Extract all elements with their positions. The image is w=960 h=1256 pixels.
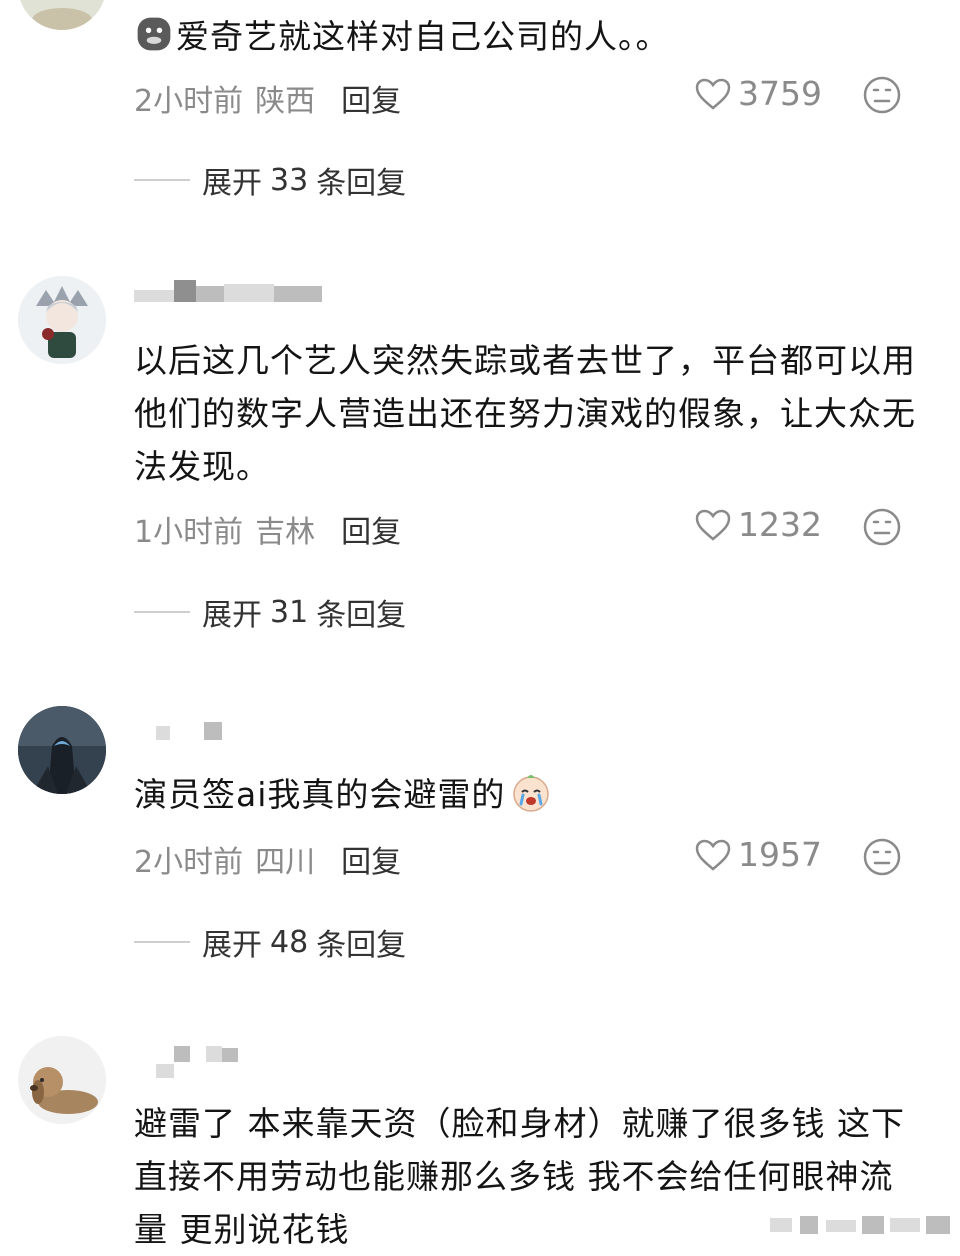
expand-replies-button[interactable]: 展开 33 条回复 (134, 158, 406, 202)
neutral-face-icon[interactable] (862, 507, 902, 547)
username-redacted (134, 722, 234, 744)
avatar-image (18, 1036, 106, 1124)
reply-count: 33 (270, 162, 309, 198)
neutral-face-icon[interactable] (862, 75, 902, 115)
like-button[interactable]: 3759 (694, 74, 822, 113)
neutral-face-icon[interactable] (862, 837, 902, 877)
crying-emoji-icon (513, 775, 550, 812)
heart-outline-icon (695, 839, 731, 871)
watermark-redacted (770, 1216, 960, 1238)
like-button[interactable]: 1957 (694, 835, 822, 874)
comment-text: 以后这几个艺人突然失踪或者去世了，平台都可以用他们的数字人营造出还在努力演戏的假… (134, 334, 924, 493)
comment-body: 爱奇艺就这样对自己公司的人。。 (176, 17, 670, 56)
avatar-image (18, 706, 106, 794)
avatar[interactable] (18, 706, 106, 794)
expand-replies-button[interactable]: 展开 48 条回复 (134, 920, 406, 964)
comment-time: 2小时前 (134, 845, 244, 880)
mask-emoji-icon (137, 17, 171, 51)
expand-suffix: 条回复 (316, 166, 407, 201)
like-count: 1957 (738, 835, 822, 874)
username-redacted (134, 1046, 254, 1078)
comment-region: 陕西 (255, 84, 316, 119)
divider-line (134, 941, 190, 943)
like-count: 3759 (738, 74, 822, 113)
comment-meta: 1小时前 吉林 回复 (134, 507, 401, 551)
reply-button[interactable]: 回复 (341, 76, 401, 120)
comment-region: 吉林 (255, 515, 316, 550)
comment-time: 2小时前 (134, 84, 244, 119)
reply-count: 48 (270, 924, 309, 960)
heart-outline-icon (695, 509, 731, 541)
reply-button[interactable]: 回复 (341, 507, 401, 551)
expand-prefix: 展开 (202, 598, 262, 633)
username-redacted (134, 280, 334, 302)
comment-meta: 2小时前 陕西 回复 (134, 76, 401, 120)
comment-body: 演员签ai我真的会避雷的 (134, 775, 506, 814)
comment-region: 四川 (255, 845, 316, 880)
expand-prefix: 展开 (202, 166, 262, 201)
like-button[interactable]: 1232 (694, 505, 822, 544)
expand-suffix: 条回复 (316, 928, 407, 963)
like-count: 1232 (738, 505, 822, 544)
expand-suffix: 条回复 (316, 598, 407, 633)
comment-body: 以后这几个艺人突然失踪或者去世了，平台都可以用他们的数字人营造出还在努力演戏的假… (134, 341, 916, 486)
avatar-image (18, 276, 106, 364)
expand-prefix: 展开 (202, 928, 262, 963)
comment-text: 演员签ai我真的会避雷的 (134, 768, 924, 821)
reply-button[interactable]: 回复 (341, 837, 401, 881)
reply-count: 31 (270, 594, 309, 630)
comment-meta: 2小时前 四川 回复 (134, 837, 401, 881)
avatar[interactable] (18, 276, 106, 364)
comment-time: 1小时前 (134, 515, 244, 550)
avatar[interactable] (18, 1036, 106, 1124)
heart-outline-icon (695, 78, 731, 110)
avatar[interactable] (18, 0, 106, 30)
avatar-image (18, 0, 106, 30)
expand-replies-button[interactable]: 展开 31 条回复 (134, 590, 406, 634)
comment-text: 爱奇艺就这样对自己公司的人。。 (134, 10, 924, 63)
divider-line (134, 179, 190, 181)
divider-line (134, 611, 190, 613)
